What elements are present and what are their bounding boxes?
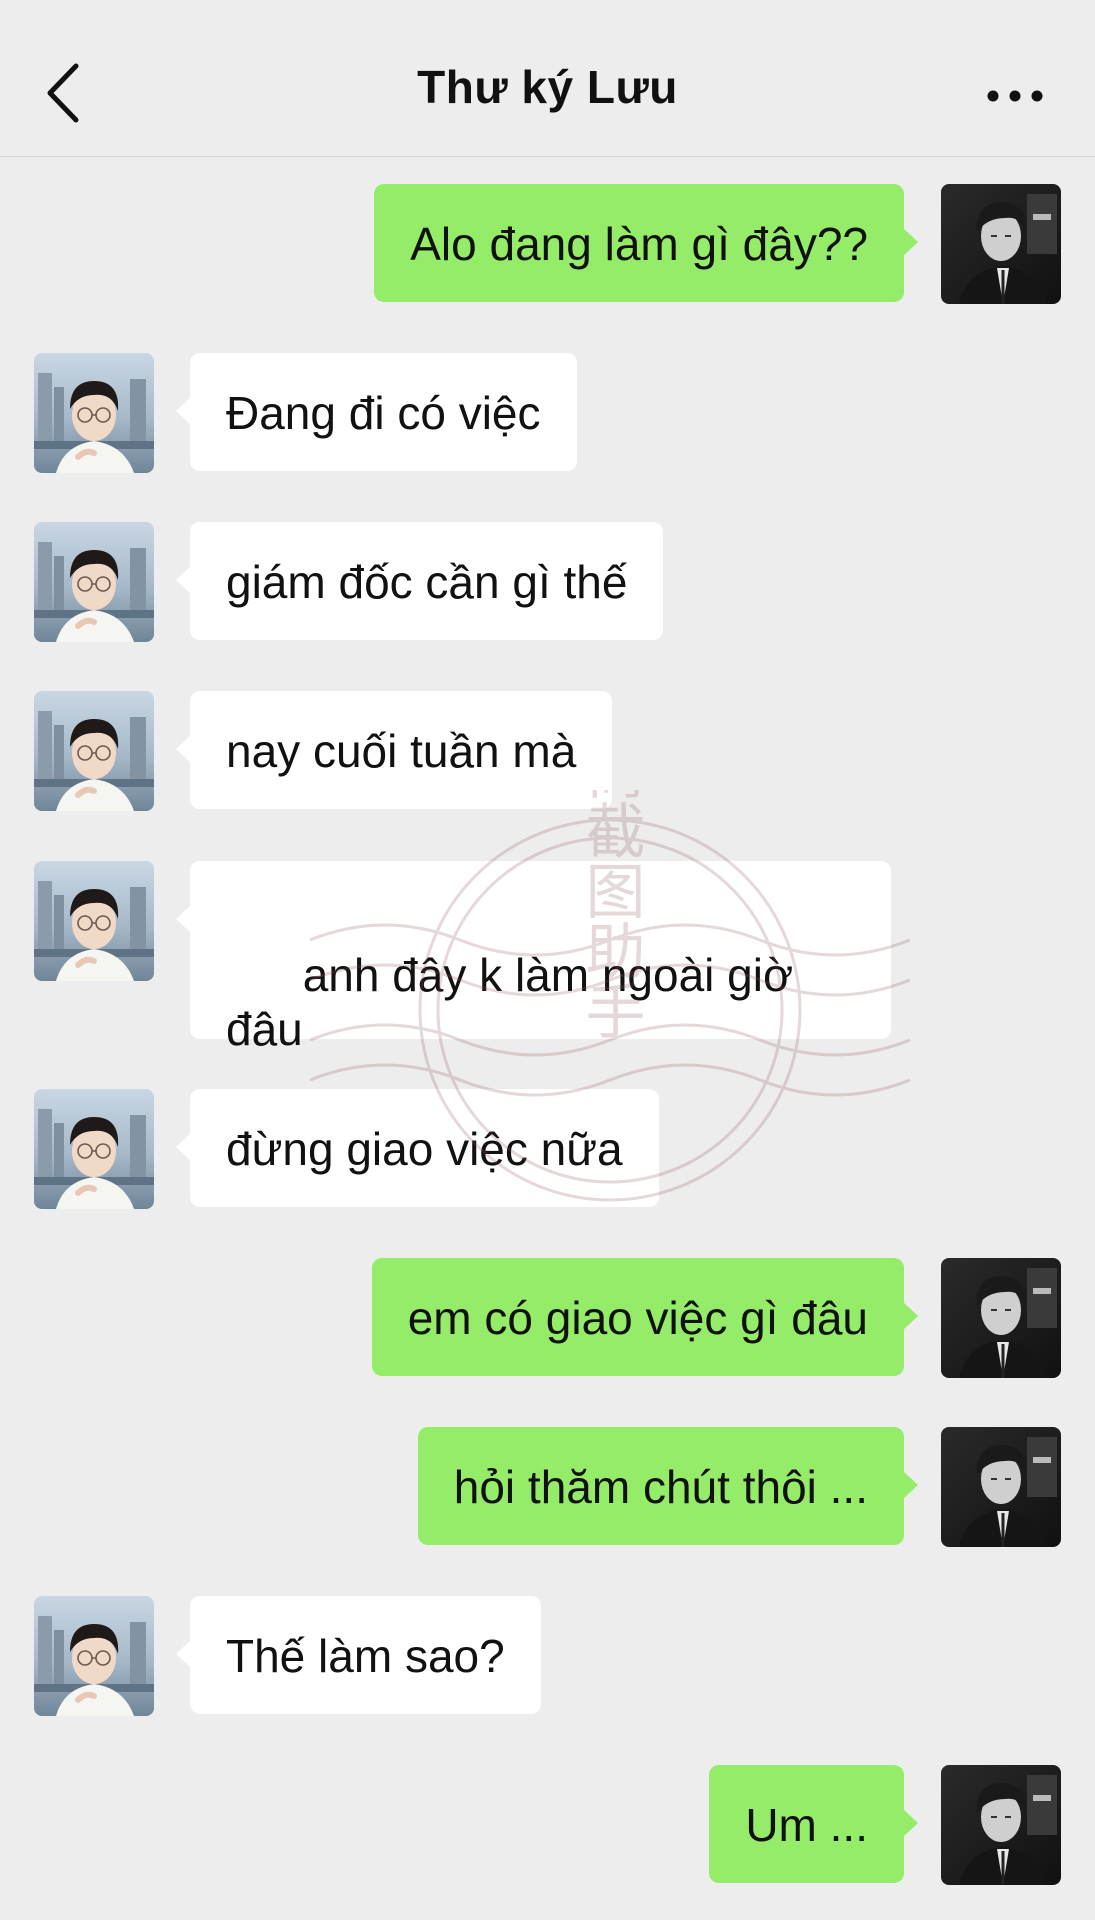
contact-avatar[interactable]	[34, 353, 154, 473]
sent-bubble[interactable]: hỏi thăm chút thôi ...	[417, 1427, 919, 1545]
received-bubble[interactable]: Đang đi có việc	[176, 353, 577, 471]
own-avatar[interactable]	[941, 1258, 1061, 1378]
contact-avatar[interactable]	[34, 861, 154, 981]
contact-avatar[interactable]	[34, 522, 154, 642]
own-avatar[interactable]	[941, 184, 1061, 304]
sent-bubble[interactable]: Alo đang làm gì đây??	[374, 184, 918, 302]
more-dots-icon[interactable]	[985, 78, 1045, 114]
sent-bubble[interactable]: Um ...	[709, 1765, 918, 1883]
received-bubble[interactable]: anh đây k làm ngoài giờ đâu	[176, 861, 891, 1165]
sent-bubble[interactable]: em có giao việc gì đâu	[371, 1258, 919, 1376]
received-bubble[interactable]: Thế làm sao?	[176, 1596, 541, 1714]
received-bubble[interactable]: nay cuối tuần mà	[175, 691, 613, 809]
contact-avatar[interactable]	[34, 1089, 154, 1209]
own-avatar[interactable]	[941, 1427, 1061, 1547]
contact-avatar[interactable]	[34, 1596, 154, 1716]
chat-title: Thư ký Lưu	[417, 61, 678, 113]
received-bubble[interactable]: đừng giao việc nữa	[176, 1089, 659, 1207]
received-bubble[interactable]: giám đốc cần gì thế	[175, 522, 664, 640]
contact-avatar[interactable]	[34, 691, 154, 811]
message-list[interactable]: Alo đang làm gì đây?? Đang đi có việc gi…	[0, 158, 1095, 1920]
message-text: anh đây k làm ngoài giờ đâu	[226, 949, 806, 1055]
chat-header: Thư ký Lưu	[0, 0, 1095, 157]
own-avatar[interactable]	[941, 1765, 1061, 1885]
